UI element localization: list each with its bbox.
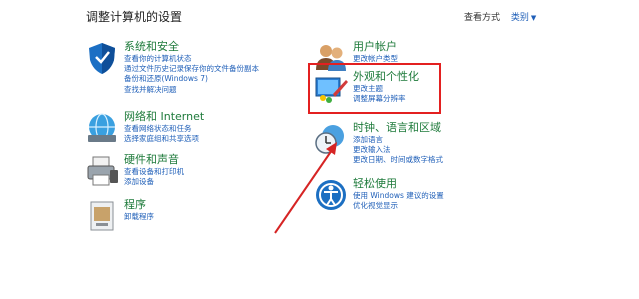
view-by-dropdown[interactable]: 类别 ▼ — [511, 13, 536, 23]
clock-globe-icon — [313, 121, 349, 157]
page-title: 调整计算机的设置 — [86, 10, 183, 24]
category-heading[interactable]: 系统和安全 — [124, 40, 324, 54]
category-heading[interactable]: 网络和 Internet — [124, 110, 324, 124]
link-uninstall-program[interactable]: 卸载程序 — [124, 212, 324, 222]
link-devices-printers[interactable]: 查看设备和打印机 — [124, 167, 324, 177]
shield-icon — [84, 40, 120, 76]
category-heading[interactable]: 硬件和声音 — [124, 153, 324, 167]
link-file-history[interactable]: 通过文件历史记录保存你的文件备份副本 — [124, 64, 324, 74]
link-network-status[interactable]: 查看网络状态和任务 — [124, 124, 324, 134]
category-heading[interactable]: 轻松使用 — [353, 177, 553, 191]
link-windows-recommended-settings[interactable]: 使用 Windows 建议的设置 — [353, 191, 553, 201]
network-globe-icon — [84, 110, 120, 146]
view-by: 查看方式 类别 ▼ — [464, 10, 536, 23]
link-change-input-method[interactable]: 更改输入法 — [353, 145, 553, 155]
accessibility-icon — [313, 177, 349, 213]
chevron-down-icon: ▼ — [530, 14, 537, 22]
programs-icon — [84, 198, 120, 234]
link-homegroup[interactable]: 选择家庭组和共享选项 — [124, 134, 324, 144]
link-change-date-time-format[interactable]: 更改日期、时间或数字格式 — [353, 155, 553, 165]
category-heading[interactable]: 时钟、语言和区域 — [353, 121, 553, 135]
link-backup-restore[interactable]: 备份和还原(Windows 7) — [124, 74, 324, 84]
printer-icon — [84, 153, 120, 189]
view-by-label: 查看方式 — [464, 13, 501, 23]
link-troubleshoot[interactable]: 查找并解决问题 — [124, 85, 324, 95]
category-heading[interactable]: 程序 — [124, 198, 324, 212]
view-by-selected: 类别 — [510, 13, 529, 23]
link-add-device[interactable]: 添加设备 — [124, 177, 324, 187]
link-add-language[interactable]: 添加语言 — [353, 135, 553, 145]
link-optimize-visual-display[interactable]: 优化视觉显示 — [353, 201, 553, 211]
highlight-box — [308, 63, 441, 114]
category-heading[interactable]: 用户帐户 — [353, 40, 553, 54]
link-check-computer-status[interactable]: 查看你的计算机状态 — [124, 54, 324, 64]
